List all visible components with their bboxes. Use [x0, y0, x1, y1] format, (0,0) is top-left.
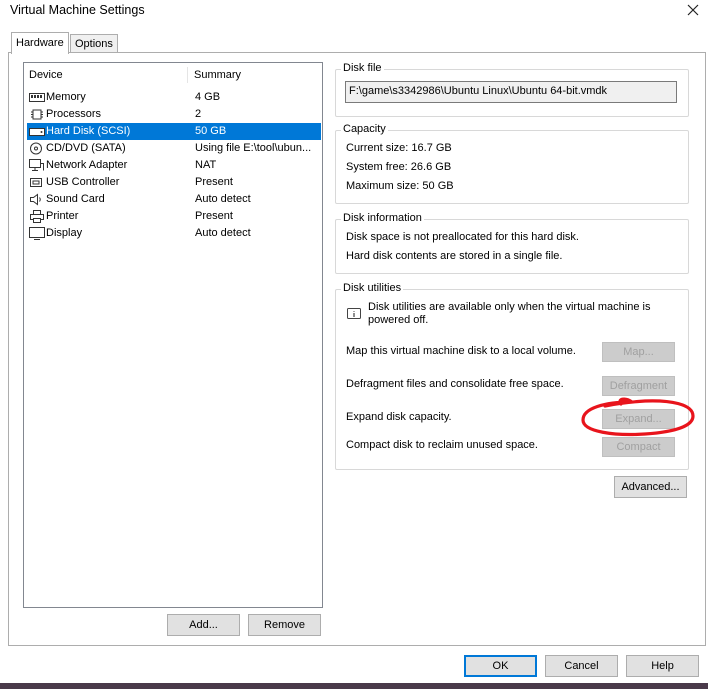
- printer-icon: [30, 210, 44, 223]
- device-summary: 4 GB: [195, 91, 221, 103]
- system-free-text: System free: 26.6 GB: [346, 161, 452, 173]
- usb-icon: [30, 178, 42, 187]
- device-row-sound-card[interactable]: Sound Card Auto detect: [27, 191, 321, 208]
- speaker-icon: [30, 193, 41, 206]
- disk-information-label: Disk information: [341, 212, 424, 224]
- display-icon: [29, 227, 45, 240]
- annotation-circle: [581, 397, 695, 437]
- device-name: Network Adapter: [46, 159, 128, 171]
- disk-file-path[interactable]: F:\game\s3342986\Ubuntu Linux\Ubuntu 64-…: [345, 81, 677, 103]
- device-name: Display: [46, 227, 83, 239]
- map-description: Map this virtual machine disk to a local…: [346, 345, 576, 357]
- device-row-display[interactable]: Display Auto detect: [27, 225, 321, 242]
- device-summary: Using file E:\tool\ubun...: [195, 142, 312, 154]
- disk-information-group: [335, 219, 689, 274]
- info-icon: [347, 308, 361, 319]
- device-summary: 50 GB: [195, 125, 227, 137]
- device-summary: NAT: [195, 159, 217, 171]
- device-summary: Present: [195, 210, 233, 222]
- device-row-hard-disk[interactable]: Hard Disk (SCSI) 50 GB: [27, 123, 321, 140]
- maximum-size-text: Maximum size: 50 GB: [346, 180, 454, 192]
- device-name: Sound Card: [46, 193, 105, 205]
- device-name: Processors: [46, 108, 102, 120]
- current-size-text: Current size: 16.7 GB: [346, 142, 452, 154]
- device-summary: Auto detect: [195, 227, 251, 239]
- device-name: Printer: [46, 210, 79, 222]
- remove-button[interactable]: Remove: [248, 614, 321, 636]
- device-name: USB Controller: [46, 176, 120, 188]
- device-row-printer[interactable]: Printer Present: [27, 208, 321, 225]
- device-summary: 2: [195, 108, 202, 120]
- hard-disk-icon: [29, 128, 45, 136]
- device-list[interactable]: Device Summary Memory 4 GB Processors 2 …: [23, 62, 323, 608]
- disk-info-line-2: Hard disk contents are stored in a singl…: [346, 250, 563, 262]
- device-summary: Present: [195, 176, 233, 188]
- device-row-processors[interactable]: Processors 2: [27, 106, 321, 123]
- utilities-notice-line-2: powered off.: [368, 314, 429, 326]
- tab-hardware[interactable]: Hardware: [11, 32, 69, 54]
- disk-info-line-1: Disk space is not preallocated for this …: [346, 231, 579, 243]
- column-header-device[interactable]: Device: [29, 69, 63, 81]
- disk-utilities-label: Disk utilities: [341, 282, 404, 294]
- help-button[interactable]: Help: [626, 655, 699, 677]
- device-row-usb-controller[interactable]: USB Controller Present: [27, 174, 321, 191]
- close-icon[interactable]: [684, 1, 702, 19]
- cd-dvd-icon: [30, 142, 42, 155]
- defragment-button[interactable]: Defragment: [602, 376, 675, 396]
- advanced-button[interactable]: Advanced...: [614, 476, 687, 498]
- network-adapter-icon: [29, 159, 44, 171]
- device-row-network-adapter[interactable]: Network Adapter NAT: [27, 157, 321, 174]
- defragment-description: Defragment files and consolidate free sp…: [346, 378, 564, 390]
- ok-button[interactable]: OK: [464, 655, 537, 677]
- tab-options[interactable]: Options: [70, 34, 118, 53]
- expand-description: Expand disk capacity.: [346, 411, 452, 423]
- map-button[interactable]: Map...: [602, 342, 675, 362]
- device-row-memory[interactable]: Memory 4 GB: [27, 89, 321, 106]
- device-row-cd-dvd[interactable]: CD/DVD (SATA) Using file E:\tool\ubun...: [27, 140, 321, 157]
- memory-icon: [29, 93, 45, 102]
- capacity-label: Capacity: [341, 123, 388, 135]
- device-name: Hard Disk (SCSI): [46, 123, 131, 140]
- cancel-button[interactable]: Cancel: [545, 655, 618, 677]
- compact-description: Compact disk to reclaim unused space.: [346, 439, 538, 451]
- processor-icon: [31, 109, 43, 120]
- disk-file-label: Disk file: [341, 62, 384, 74]
- add-button[interactable]: Add...: [167, 614, 240, 636]
- column-header-summary[interactable]: Summary: [187, 67, 241, 83]
- device-name: CD/DVD (SATA): [46, 142, 126, 154]
- device-summary: Auto detect: [195, 193, 251, 205]
- desktop-strip: [0, 683, 708, 689]
- window-title: Virtual Machine Settings: [10, 3, 145, 17]
- utilities-notice-line-1: Disk utilities are available only when t…: [368, 301, 651, 313]
- device-name: Memory: [46, 91, 86, 103]
